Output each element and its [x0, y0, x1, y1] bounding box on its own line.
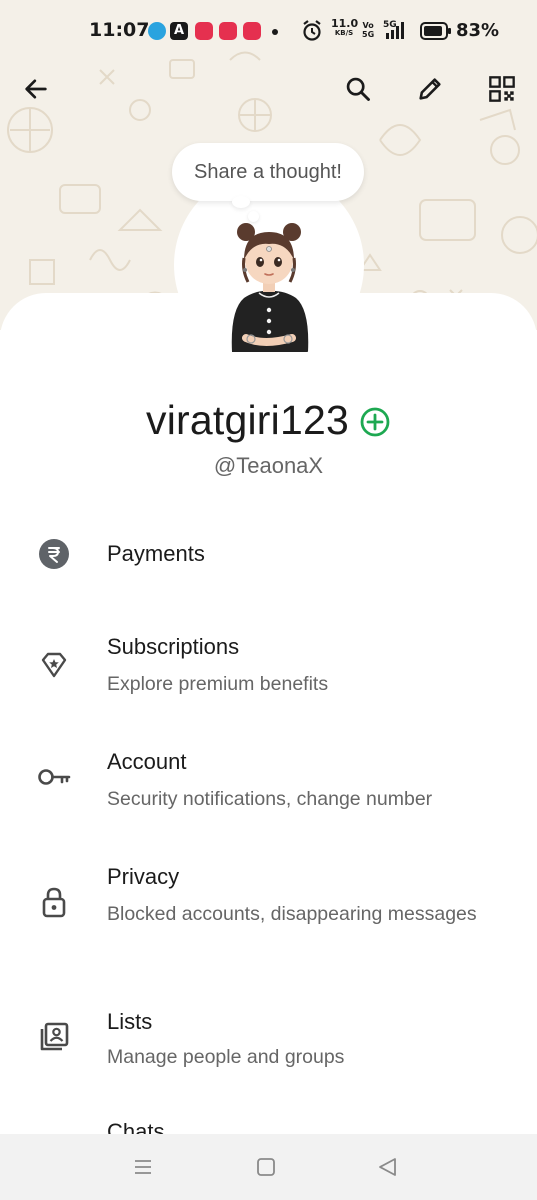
- app-notification-icon: [243, 22, 261, 40]
- status-time: 11:07: [89, 19, 150, 41]
- thought-bubble-tail: [232, 196, 250, 208]
- menu-item-account[interactable]: Account Security notifications, change n…: [0, 735, 537, 825]
- menu-item-chats[interactable]: Chats: [0, 1110, 537, 1134]
- pencil-icon: [419, 78, 441, 100]
- menu-item-subscriptions[interactable]: Subscriptions Explore premium benefits: [0, 620, 537, 710]
- menu-item-title: Account: [107, 749, 187, 774]
- recents-button[interactable]: [129, 1154, 157, 1180]
- system-back-button[interactable]: [374, 1154, 402, 1180]
- menu-item-title: Chats: [107, 1119, 165, 1134]
- telegram-notification-icon: [148, 22, 166, 40]
- edit-button[interactable]: [408, 67, 452, 111]
- contact-list-icon: [34, 1017, 74, 1057]
- rupee-icon: [34, 534, 74, 574]
- home-button[interactable]: [252, 1154, 280, 1180]
- system-navigation-bar: [0, 1134, 537, 1200]
- menu-item-title: Lists: [107, 1009, 153, 1034]
- diamond-star-icon: [34, 645, 74, 685]
- volte-bottom: 5G: [362, 30, 375, 39]
- menu-item-subtitle: Manage people and groups: [107, 1046, 345, 1068]
- square-icon: [257, 1158, 275, 1176]
- volte-top: Vo: [362, 21, 374, 30]
- menu-item-subtitle: Explore premium benefits: [107, 673, 329, 695]
- lock-icon: [34, 882, 74, 922]
- signal-icon: 5G: [383, 18, 413, 46]
- network-speed: 11.0 KB/S: [331, 18, 358, 37]
- qr-code-button[interactable]: [480, 67, 524, 111]
- back-button[interactable]: [14, 67, 58, 111]
- volte-indicator: Vo 5G: [362, 21, 374, 39]
- battery-percentage: 83%: [456, 20, 500, 41]
- menu-item-subtitle: Security notifications, change number: [107, 788, 433, 810]
- profile-username: @TeaonaX: [213, 453, 324, 478]
- share-thought-bubble[interactable]: Share a thought!: [172, 143, 364, 201]
- app-notification-icon: [195, 22, 213, 40]
- key-icon: [34, 757, 74, 797]
- app-a-notification-icon: A: [170, 22, 188, 40]
- menu-lines-icon: [135, 1160, 151, 1174]
- svg-text:5G: 5G: [383, 20, 397, 30]
- profile-name[interactable]: viratgiri123: [146, 397, 349, 444]
- more-notifications-dot: [272, 29, 278, 35]
- search-icon: [346, 77, 370, 101]
- menu-item-privacy[interactable]: Privacy Blocked accounts, disappearing m…: [0, 850, 537, 965]
- profile-name-row: viratgiri123: [0, 392, 537, 448]
- search-button[interactable]: [336, 67, 380, 111]
- network-speed-unit: KB/S: [334, 29, 354, 37]
- thought-bubble-dot: [248, 211, 259, 222]
- battery-icon: [420, 22, 452, 44]
- menu-item-lists[interactable]: Lists Manage people and groups: [0, 995, 537, 1085]
- plus-circle-icon: [360, 407, 390, 437]
- status-bar: 11:07 A 11.0 KB/S Vo 5G 5G 83%: [0, 0, 537, 60]
- triangle-back-icon: [379, 1158, 396, 1176]
- menu-item-title: Subscriptions: [107, 634, 240, 659]
- app-notification-icon: [219, 22, 237, 40]
- menu-item-title: Payments: [107, 541, 205, 566]
- menu-item-payments[interactable]: Payments: [0, 520, 537, 590]
- arrow-left-icon: [25, 79, 47, 99]
- menu-item-subtitle: Blocked accounts, disappearing messages: [107, 903, 477, 925]
- qr-code-icon: [489, 76, 515, 102]
- add-status-button[interactable]: [359, 406, 391, 438]
- alarm-icon: [302, 20, 322, 46]
- menu-item-title: Privacy: [107, 864, 180, 889]
